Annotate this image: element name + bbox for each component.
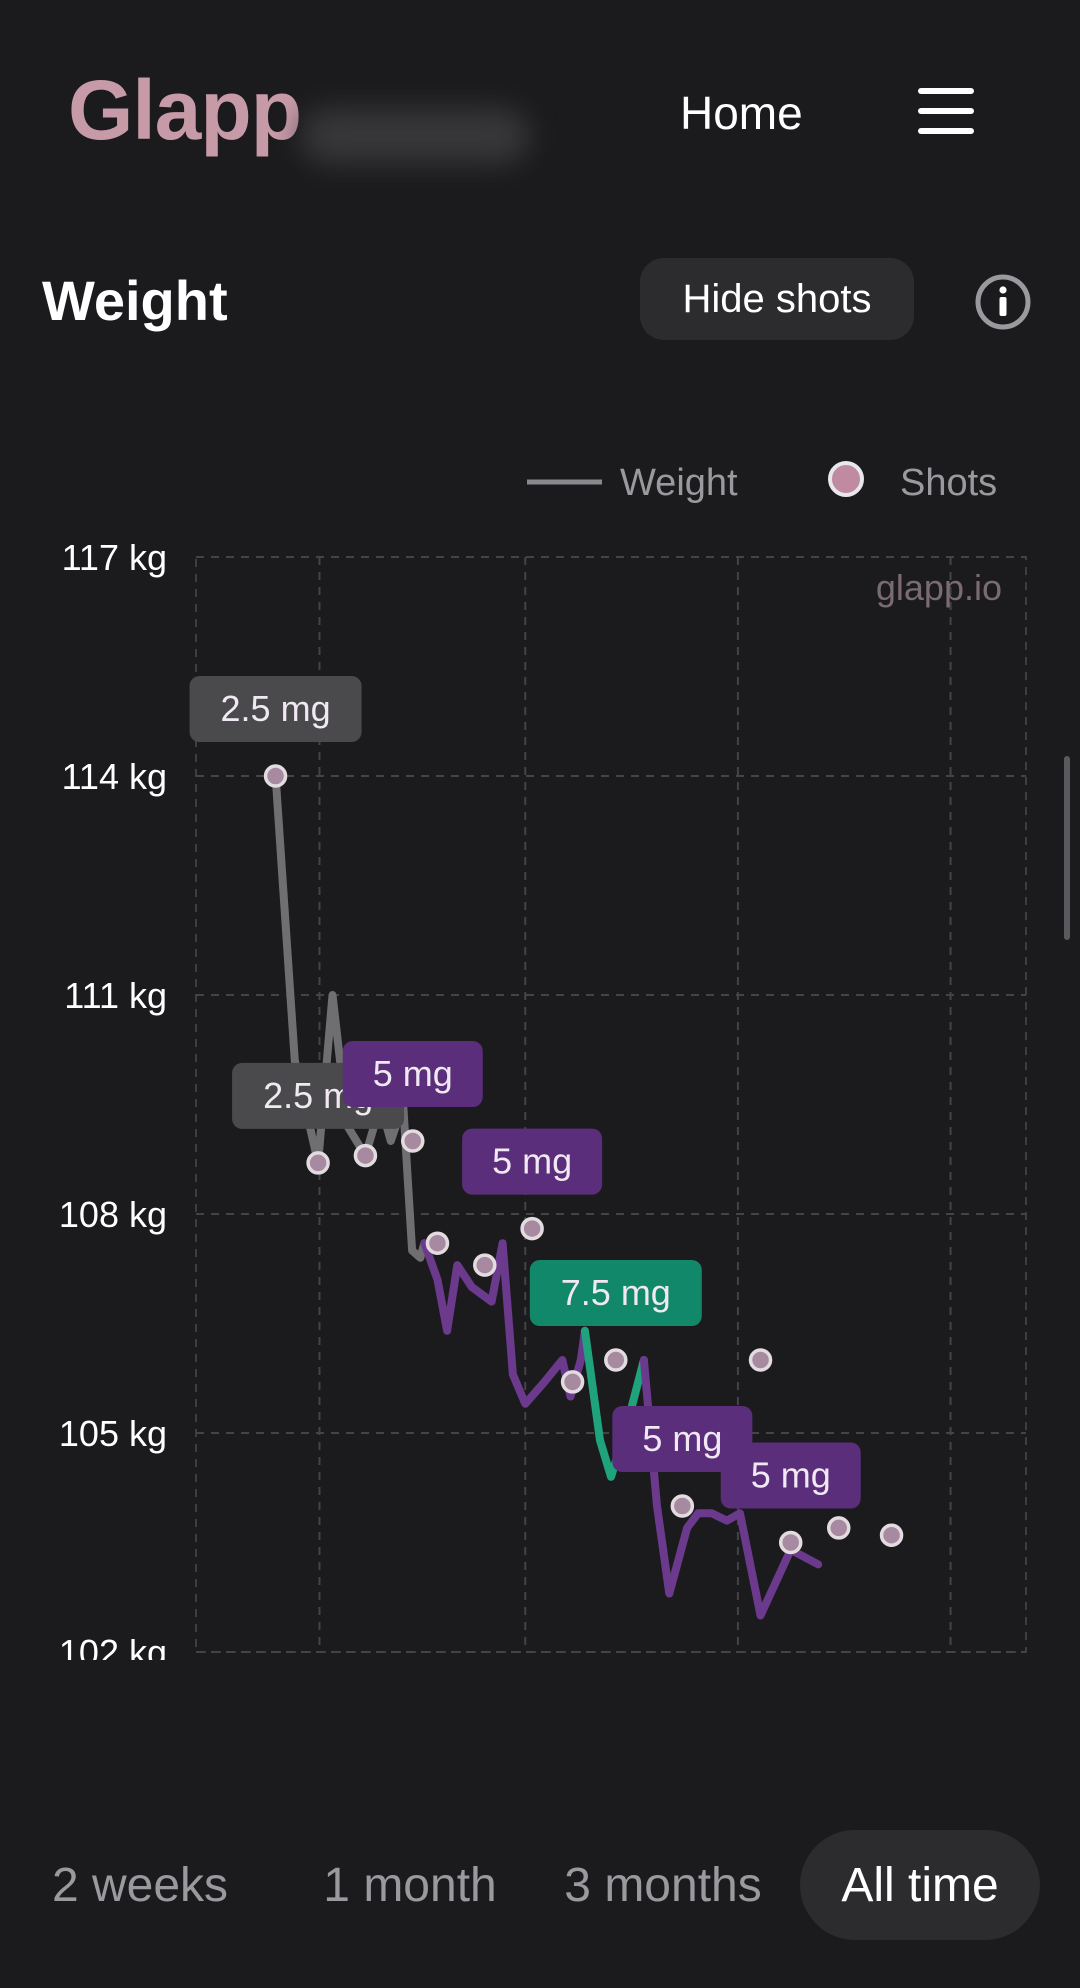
- info-icon[interactable]: [974, 273, 1032, 331]
- shot-marker[interactable]: [425, 1231, 450, 1255]
- shot-marker[interactable]: [306, 1151, 330, 1175]
- shot-marker[interactable]: [520, 1216, 544, 1241]
- chart-watermark: glapp.io: [876, 567, 1002, 608]
- shot-marker[interactable]: [353, 1143, 378, 1168]
- dose-label: 5 mg: [492, 1141, 572, 1182]
- range-2-weeks[interactable]: 2 weeks: [50, 1830, 230, 1940]
- range-1-month[interactable]: 1 month: [310, 1830, 510, 1940]
- app-logo[interactable]: Glapp: [68, 62, 302, 159]
- time-range-selector: 2 weeks 1 month 3 months All time: [40, 1830, 1040, 1940]
- weight-line-segment: [271, 772, 429, 1262]
- nav-home-link[interactable]: Home: [680, 86, 803, 140]
- shot-marker[interactable]: [879, 1523, 904, 1547]
- shot-marker[interactable]: [670, 1494, 695, 1518]
- dose-label: 5 mg: [751, 1455, 831, 1496]
- hamburger-menu-icon[interactable]: [918, 88, 974, 134]
- shot-marker[interactable]: [473, 1253, 497, 1277]
- legend-shots-marker: [828, 461, 864, 497]
- dose-label: 2.5 mg: [221, 688, 331, 729]
- range-all-time[interactable]: All time: [800, 1830, 1040, 1940]
- dose-label: 5 mg: [373, 1053, 453, 1094]
- range-3-months[interactable]: 3 months: [548, 1830, 778, 1940]
- weight-chart[interactable]: Weight Shots 117 kg 114 kg 111 kg 108 kg 105 k…: [0, 380, 1080, 1836]
- legend-weight-label: Weight: [620, 462, 738, 504]
- shot-marker[interactable]: [560, 1370, 585, 1394]
- chart-svg: Weight Shots 117 kg 114 kg 111 kg 108 kg 105 k…: [49, 461, 1041, 1836]
- y-tick-label: 114 kg: [62, 756, 167, 797]
- hide-shots-button[interactable]: Hide shots: [640, 258, 914, 340]
- blurred-text: [300, 108, 530, 164]
- shot-marker[interactable]: [401, 1129, 425, 1153]
- y-tick-label: 108 kg: [59, 1194, 167, 1235]
- shot-marker[interactable]: [263, 764, 288, 788]
- shot-marker[interactable]: [748, 1348, 773, 1372]
- dose-label: 7.5 mg: [561, 1272, 671, 1313]
- legend-shots-label: Shots: [900, 462, 997, 504]
- dose-label: 5 mg: [642, 1418, 722, 1459]
- y-tick-label: 102 kg: [59, 1632, 167, 1660]
- page-scrollbar[interactable]: [1064, 756, 1070, 940]
- shot-marker[interactable]: [826, 1516, 851, 1540]
- y-tick-label: 111 kg: [64, 975, 167, 1016]
- y-tick-label: 105 kg: [59, 1413, 167, 1454]
- shot-marker[interactable]: [778, 1530, 803, 1555]
- y-tick-label: 117 kg: [62, 537, 167, 578]
- app-header: Glapp Home: [0, 0, 1080, 230]
- page-title: Weight: [42, 269, 228, 332]
- shot-marker[interactable]: [604, 1348, 628, 1372]
